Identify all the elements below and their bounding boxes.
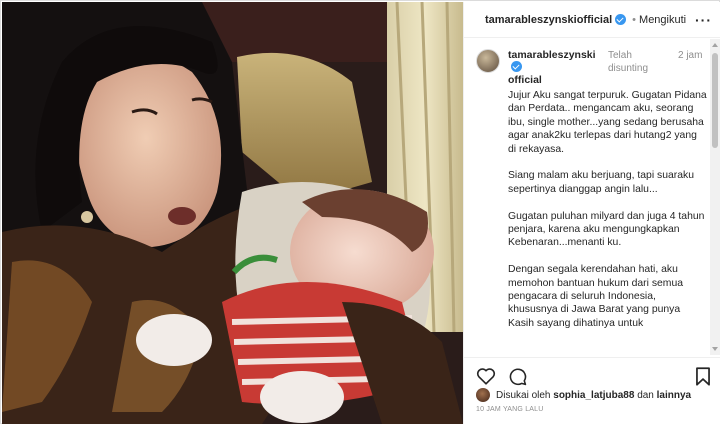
post-time: 2 jam bbox=[678, 50, 703, 61]
likes-others-link[interactable]: lainnya bbox=[657, 390, 691, 401]
caption-username-line1: tamarableszynski bbox=[508, 49, 596, 61]
verified-badge-icon bbox=[615, 14, 627, 25]
caption-paragraph: Jujur Aku sangat terpuruk. Gugatan Pidan… bbox=[508, 90, 707, 155]
scroll-down-icon[interactable] bbox=[712, 347, 718, 351]
bookmark-icon[interactable] bbox=[695, 366, 711, 386]
caption-paragraph: Siang malam aku berjuang, tapi suaraku s… bbox=[508, 170, 694, 195]
liker-username[interactable]: sophia_latjuba88 bbox=[553, 390, 634, 401]
likes-prefix: Disukai oleh bbox=[496, 389, 551, 401]
more-options-icon[interactable]: ··· bbox=[695, 12, 712, 28]
header-separator: • bbox=[632, 13, 637, 26]
scroll-up-icon[interactable] bbox=[712, 43, 718, 47]
following-button[interactable]: Mengikuti bbox=[639, 14, 686, 26]
caption-scrollbar[interactable] bbox=[710, 39, 720, 355]
caption-username-line2: official bbox=[508, 74, 542, 86]
heart-icon[interactable] bbox=[476, 367, 496, 385]
scrollbar-thumb[interactable] bbox=[712, 53, 718, 148]
caption-paragraph: Gugatan puluhan milyard dan juga 4 tahun… bbox=[508, 210, 705, 249]
post-photo[interactable] bbox=[2, 2, 463, 424]
verified-badge-icon bbox=[511, 61, 522, 72]
caption-area: tamarableszynski official Telah disuntin… bbox=[464, 39, 711, 355]
caption-head: tamarableszynski official Telah disuntin… bbox=[464, 39, 711, 86]
liker-avatar[interactable] bbox=[476, 388, 490, 402]
caption-text: Jujur Aku sangat terpuruk. Gugatan Pidan… bbox=[464, 86, 711, 330]
post-header: tamarableszynskiofficial • Mengikuti ··· bbox=[464, 2, 720, 38]
likes-summary: Disukai oleh sophia_latjuba88 dan lainny… bbox=[464, 388, 720, 402]
post-side-panel: tamarableszynskiofficial • Mengikuti ···… bbox=[463, 2, 720, 424]
instagram-post-frame: tamarableszynskiofficial • Mengikuti ···… bbox=[0, 0, 720, 424]
caption-paragraph: Dengan segala kerendahan hati, aku memoh… bbox=[508, 264, 684, 329]
posted-ago: 10 JAM YANG LALU bbox=[476, 406, 544, 413]
action-icons bbox=[464, 358, 720, 388]
post-actions: Disukai oleh sophia_latjuba88 dan lainny… bbox=[464, 357, 720, 424]
post-photo-image bbox=[2, 2, 463, 424]
edited-label: Telah disunting bbox=[608, 50, 649, 74]
comment-icon[interactable] bbox=[508, 367, 527, 386]
caption-meta: tamarableszynski official Telah disuntin… bbox=[508, 49, 711, 86]
header-username[interactable]: tamarableszynskiofficial bbox=[485, 14, 612, 26]
likes-conjunction: dan bbox=[637, 389, 654, 401]
avatar[interactable] bbox=[476, 49, 500, 73]
caption-username[interactable]: tamarableszynski official bbox=[508, 49, 600, 86]
